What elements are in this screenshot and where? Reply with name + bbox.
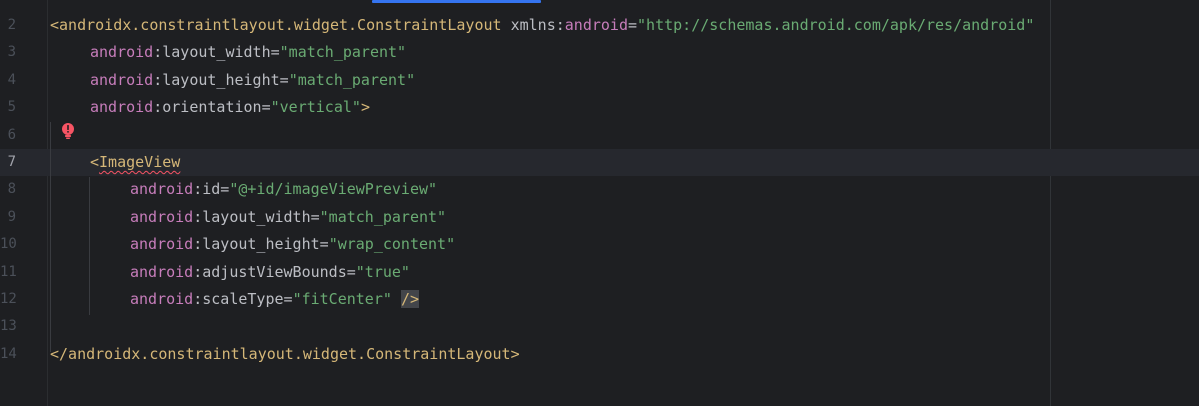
code-token: android [90,98,154,117]
code-token: android [130,235,194,254]
code-token: "wrap_content" [328,235,456,254]
code-token: "true" [355,262,410,281]
line-number: 14 [0,345,17,362]
code-token: android [130,180,194,199]
code-text: android:layout_width="match_parent" [130,204,446,231]
code-line[interactable]: 14 </androidx.constraintlayout.widget.Con… [0,341,1199,368]
indent-guide [89,177,90,315]
code-line[interactable]: 13 [0,313,1199,340]
code-token: "@+id/imageViewPreview" [229,180,438,199]
code-token: "match_parent" [319,207,447,226]
code-token: android [130,207,194,226]
code-token: "fitCenter" [292,290,392,308]
line-number: 6 [7,126,16,143]
code-token: android [564,16,628,34]
line-number: 4 [7,71,16,88]
code-token: <androidx.constraintlayout.widget.Constr… [50,16,502,34]
code-text: android:layout_height="match_parent" [90,67,415,94]
line-number: 7 [7,154,16,170]
code-token: > [360,98,370,117]
code-token: </androidx.constraintlayout.widget.Const… [50,344,520,363]
code-token: :scaleType= [193,290,293,308]
code-line[interactable]: 12 android:scaleType="fitCenter" /> [0,286,1199,313]
line-number: 9 [7,208,16,225]
line-number: 13 [0,318,17,335]
line-number: 5 [7,99,16,116]
code-text: </androidx.constraintlayout.widget.Const… [50,341,520,368]
code-token: android [130,262,194,281]
error-bulb-icon[interactable] [60,122,76,140]
line-number: 8 [7,181,16,198]
code-token: :adjustViewBounds= [193,262,356,281]
line-number: 12 [0,291,17,307]
code-token: :layout_width= [193,207,320,226]
code-text: android:id="@+id/imageViewPreview" [130,176,437,203]
code-line[interactable]: 3 android:layout_width="match_parent" [0,39,1199,66]
code-editor[interactable]: 2 <androidx.constraintlayout.widget.Const… [0,0,1199,406]
code-token: ImageView [99,153,181,171]
code-line[interactable]: 2 <androidx.constraintlayout.widget.Const… [0,12,1199,39]
code-line[interactable]: 6 [0,122,1199,149]
code-token: < [90,153,100,171]
code-text: android:scaleType="fitCenter" /> [130,286,419,313]
code-text: android:adjustViewBounds="true" [130,259,410,286]
code-token: "match_parent" [279,43,407,62]
code-line[interactable]: 10 android:layout_height="wrap_content" [0,231,1199,258]
code-token: :id= [193,180,230,199]
code-text: android:layout_height="wrap_content" [130,231,455,258]
line-number: 2 [7,17,16,33]
code-token: :orientation= [153,98,271,117]
code-text: android:orientation="vertical"> [90,94,370,121]
code-token: android [130,290,194,308]
code-token: :layout_width= [153,43,280,62]
indent-guide [50,122,51,352]
active-tab-indicator [372,0,541,3]
code-token: android [90,43,154,62]
code-text: android:layout_width="match_parent" [90,39,406,66]
code-token: :layout_height= [153,70,289,89]
code-text: <ImageView [90,149,180,176]
code-text: <androidx.constraintlayout.widget.Constr… [50,12,1034,39]
code-line[interactable]: 11 android:adjustViewBounds="true" [0,259,1199,286]
code-token: "match_parent" [288,70,416,89]
code-line[interactable]: 9 android:layout_width="match_parent" [0,204,1199,231]
code-line[interactable]: 5 android:orientation="vertical"> [0,94,1199,121]
code-token: = [627,16,638,34]
code-token: xmlns: [501,16,565,34]
line-number: 11 [0,263,17,280]
code-line[interactable]: 7 <ImageView [0,149,1199,176]
code-token: android [90,70,154,89]
code-token: :layout_height= [193,235,329,254]
line-number: 3 [7,44,16,61]
code-token: /> [400,290,419,308]
code-token: "vertical" [270,98,361,117]
code-line[interactable]: 8 android:id="@+id/imageViewPreview" [0,176,1199,203]
code-line[interactable]: 4 android:layout_height="match_parent" [0,67,1199,94]
code-token: "http://schemas.android.com/apk/res/andr… [637,16,1035,34]
line-number: 10 [0,236,17,253]
